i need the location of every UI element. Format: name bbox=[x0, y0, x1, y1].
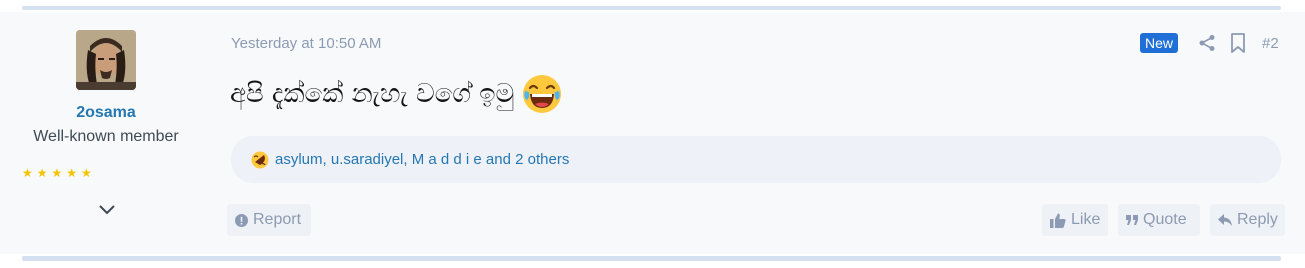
user-rating-stars: ★★★★★ bbox=[22, 166, 96, 180]
thumbs-up-icon bbox=[1050, 213, 1066, 228]
post-message: අපි දැක්කේ නැහැ වගේ ඉමු bbox=[230, 74, 562, 114]
post-separator-top bbox=[22, 6, 1281, 10]
avatar-image bbox=[76, 30, 136, 90]
bookmark-icon[interactable] bbox=[1230, 33, 1246, 53]
quote-icon bbox=[1126, 215, 1138, 225]
alert-icon bbox=[235, 213, 248, 227]
report-label: Report bbox=[253, 211, 302, 228]
share-icon[interactable] bbox=[1198, 34, 1216, 52]
user-cell: 2osama Well-known member ★★★★★ bbox=[0, 12, 212, 254]
username-link[interactable]: 2osama bbox=[0, 104, 212, 122]
post-timestamp[interactable]: Yesterday at 10:50 AM bbox=[231, 35, 381, 52]
post-number-link[interactable]: #2 bbox=[1262, 35, 1279, 52]
quote-button[interactable]: Quote bbox=[1118, 204, 1200, 236]
quote-label: Quote bbox=[1143, 211, 1187, 228]
reactions-list-link[interactable]: asylum, u.saradiyel, M a d d i e and 2 o… bbox=[275, 151, 569, 168]
post-container: 2osama Well-known member ★★★★★ Yesterday… bbox=[0, 12, 1305, 254]
laughing-emoji bbox=[523, 75, 562, 113]
report-button[interactable]: Report bbox=[227, 204, 311, 236]
post-separator-bottom bbox=[22, 256, 1281, 261]
reply-label: Reply bbox=[1237, 211, 1278, 228]
message-text: අපි දැක්කේ නැහැ වගේ ඉමු bbox=[230, 78, 515, 109]
like-label: Like bbox=[1071, 211, 1101, 228]
reactions-bar[interactable]: asylum, u.saradiyel, M a d d i e and 2 o… bbox=[231, 136, 1281, 183]
reply-button[interactable]: Reply bbox=[1210, 204, 1285, 236]
reply-icon bbox=[1218, 214, 1232, 226]
chevron-down-icon[interactable] bbox=[97, 202, 117, 218]
rofl-emoji bbox=[251, 151, 269, 168]
user-title: Well-known member bbox=[33, 128, 179, 145]
like-button[interactable]: Like bbox=[1042, 204, 1108, 236]
avatar[interactable] bbox=[76, 30, 136, 90]
new-badge: New bbox=[1140, 33, 1179, 53]
